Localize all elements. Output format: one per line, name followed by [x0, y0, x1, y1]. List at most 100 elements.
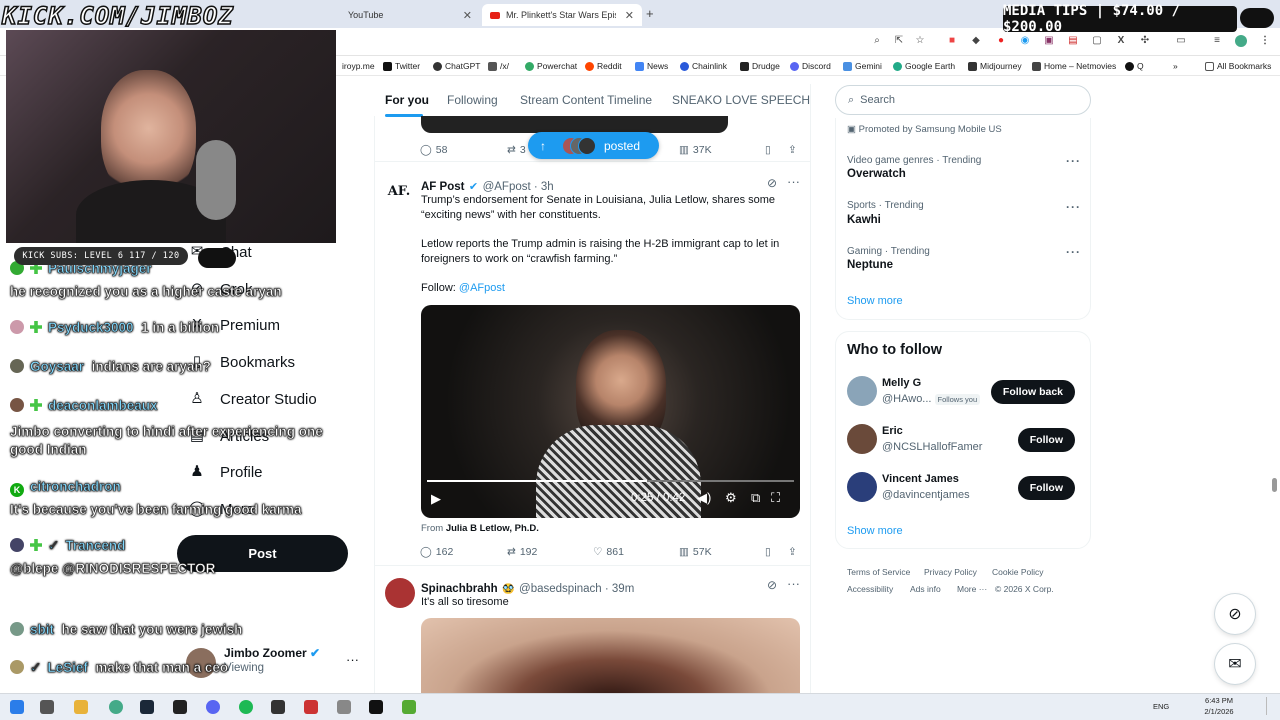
fullscreen-icon[interactable]: ⛶ [771, 490, 780, 506]
new-posts-pill[interactable]: ↑ posted [528, 132, 659, 159]
previous-video[interactable] [421, 116, 728, 133]
tweet-more-icon[interactable]: ··· [787, 174, 800, 189]
share-button[interactable]: ⇪ [788, 546, 797, 558]
x-icon[interactable]: X [1115, 35, 1127, 47]
follow-suggestion[interactable]: Melly G @HAwo... Follows you Follow back [847, 373, 1087, 409]
task-view-icon[interactable] [40, 700, 54, 714]
bookmark-item[interactable]: /x/ [488, 61, 509, 71]
settings-icon[interactable]: ⚙ [725, 490, 737, 506]
views-button[interactable]: ▥ 37K [679, 144, 712, 156]
more-bookmarks-icon[interactable]: » [1173, 61, 1178, 71]
avatar[interactable]: AF. [385, 177, 413, 205]
star-icon[interactable]: ☆ [914, 35, 926, 47]
trend-title[interactable]: Kawhi [847, 214, 881, 226]
video-progress-bar[interactable] [427, 480, 794, 482]
search-input[interactable]: ⌕ Search [835, 85, 1091, 115]
play-icon[interactable]: ▶ [431, 491, 441, 507]
footer-link[interactable]: Cookie Policy [992, 567, 1044, 577]
downloads-icon[interactable]: ≡ [1211, 35, 1223, 47]
bookmark-item[interactable]: Drudge [740, 61, 780, 71]
zoom-icon[interactable]: ⌕ [871, 35, 883, 47]
tweet-video[interactable]: ▶ 0:25 / 0:42 ◀) ⚙ ⧉ ⛶ [421, 305, 800, 518]
all-bookmarks[interactable]: All Bookmarks [1205, 61, 1271, 71]
tab-following[interactable]: Following [447, 93, 498, 107]
bookmark-button[interactable]: ▯ [765, 546, 771, 558]
reply-button[interactable]: ◯ 58 [420, 144, 447, 156]
language-indicator[interactable]: ENG [1153, 702, 1169, 711]
x-icon[interactable] [369, 700, 383, 714]
file-explorer-icon[interactable] [74, 700, 88, 714]
bookmark-item[interactable]: ChatGPT [433, 61, 480, 71]
follow-suggestion[interactable]: Vincent James @davincentjames Follow [847, 469, 1087, 505]
minecraft-icon[interactable] [402, 700, 416, 714]
app-icon[interactable] [173, 700, 187, 714]
views-button[interactable]: ▥ 57K [679, 546, 712, 558]
grok-fab-button[interactable]: ⊘ [1215, 594, 1255, 634]
app-icon[interactable] [271, 700, 285, 714]
close-tab-icon[interactable]: ✕ [463, 9, 472, 22]
follow-button[interactable]: Follow [1017, 428, 1075, 452]
like-button[interactable]: ♡ 861 [593, 546, 624, 558]
trend-more-icon[interactable]: ··· [1066, 154, 1081, 168]
steam-icon[interactable] [140, 700, 154, 714]
extension-icon[interactable]: ■ [946, 35, 958, 47]
bookmark-item[interactable]: Home – Netmovies [1032, 61, 1116, 71]
puzzle-icon[interactable]: ✣ [1139, 35, 1151, 47]
follow-back-button[interactable]: Follow back [990, 380, 1075, 404]
tweet-image[interactable] [421, 618, 800, 693]
tab-youtube[interactable]: YouTube ✕ [340, 4, 480, 26]
bookmark-item[interactable]: Google Earth [893, 61, 955, 71]
pip-icon[interactable]: ⧉ [751, 490, 760, 506]
tab-sneako-love-speech[interactable]: SNEAKO LOVE SPEECH [672, 93, 810, 107]
bookmark-item[interactable]: iroyp.me [342, 61, 375, 71]
app-icon[interactable] [337, 700, 351, 714]
reply-button[interactable]: ◯ 162 [420, 546, 453, 558]
discord-icon[interactable] [206, 700, 220, 714]
chrome-icon[interactable] [109, 700, 123, 714]
footer-link[interactable]: Accessibility [847, 584, 893, 594]
account-more-icon[interactable]: ··· [346, 652, 359, 667]
extension-icon[interactable]: ▤ [1067, 35, 1079, 47]
footer-link[interactable]: Ads info [910, 584, 941, 594]
trends-show-more[interactable]: Show more [847, 295, 903, 307]
repost-button[interactable]: ⇄ 192 [507, 546, 537, 558]
share-button[interactable]: ⇪ [788, 144, 797, 156]
new-tab-button[interactable]: + [646, 6, 654, 21]
tab-stream-content-timeline[interactable]: Stream Content Timeline [520, 93, 652, 107]
app-icon[interactable] [304, 700, 318, 714]
follow-suggestion[interactable]: Eric @NCSLHallofFamer Follow [847, 421, 1087, 457]
start-icon[interactable] [10, 700, 24, 714]
messages-fab-button[interactable]: ✉ [1215, 644, 1255, 684]
sidebar-icon[interactable]: ▭ [1175, 35, 1187, 47]
install-icon[interactable]: ⇱ [893, 35, 905, 47]
trend-title[interactable]: Overwatch [847, 168, 906, 180]
menu-icon[interactable]: ⋮ [1259, 35, 1271, 47]
bookmark-item[interactable]: News [635, 61, 668, 71]
bookmark-item[interactable]: Midjourney [968, 61, 1022, 71]
bookmark-item[interactable]: Chainlink [680, 61, 727, 71]
extension-icon[interactable]: ◉ [1019, 35, 1031, 47]
follow-show-more[interactable]: Show more [847, 525, 903, 537]
tweet-more-icon[interactable]: ··· [787, 576, 800, 591]
tab-for-you[interactable]: For you [385, 93, 429, 107]
system-clock[interactable]: 6:43 PM 2/1/2026 [1194, 695, 1244, 717]
show-desktop[interactable] [1266, 697, 1267, 715]
footer-link[interactable]: More ··· [957, 584, 987, 594]
bookmark-item[interactable]: Twitter [383, 61, 420, 71]
shield-icon[interactable]: ◆ [970, 35, 982, 47]
bookmark-item[interactable]: Reddit [585, 61, 622, 71]
bookmark-item[interactable]: Discord [790, 61, 831, 71]
trend-title[interactable]: Neptune [847, 259, 893, 271]
trend-more-icon[interactable]: ··· [1066, 200, 1081, 214]
bookmark-button[interactable]: ▯ [765, 144, 771, 156]
repost-button[interactable]: ⇄ 3 [507, 144, 526, 156]
footer-link[interactable]: Terms of Service [847, 567, 910, 577]
volume-icon[interactable]: ◀) [697, 490, 711, 506]
bookmark-item[interactable]: Powerchat [525, 61, 577, 71]
profile-icon[interactable] [1235, 35, 1247, 47]
grok-icon[interactable]: ⊘ [767, 578, 777, 592]
follow-button[interactable]: Follow [1017, 476, 1075, 500]
spotify-icon[interactable] [239, 700, 253, 714]
footer-link[interactable]: Privacy Policy [924, 567, 977, 577]
trend-more-icon[interactable]: ··· [1066, 245, 1081, 259]
